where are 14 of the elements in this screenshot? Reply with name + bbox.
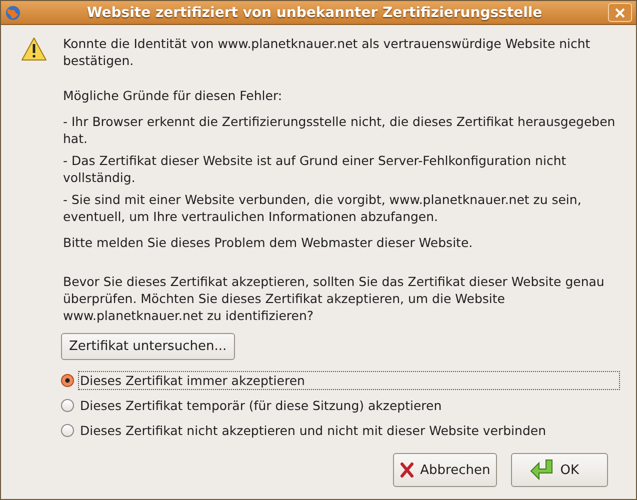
- window-title: Website zertifiziert von unbekannter Zertifizierungsstelle: [86, 4, 544, 20]
- explanation-text: Mögliche Gründe für diesen Fehler:: [63, 87, 284, 104]
- radio-label[interactable]: Dieses Zertifikat temporär (für diese Sitzung) akzeptieren: [78, 396, 444, 415]
- explanation-text: - Sie sind mit einer Website verbunden, die vorgibt, www.planetknauer.net zu sein, eventuell, um Ihre vertraulichen Informationen abzufangen.: [63, 191, 582, 225]
- explanation-text: - Das Zertifikat dieser Website ist auf Grund einer Server-Fehlkonfiguration nicht vollständig.: [63, 152, 568, 186]
- explanation-text: Bevor Sie dieses Zertifikat akzeptieren, sollten Sie das Zertifikat dieser Website genau überprüfen. Möchten Sie dieses Zertifikat akzeptieren, um die Website www.planetknauer.net zu identifizieren?: [63, 273, 606, 324]
- ok-button[interactable]: OK: [511, 453, 608, 487]
- explanation-text: Bitte melden Sie dieses Problem dem Webmaster dieser Website.: [63, 234, 474, 251]
- radio-label[interactable]: Dieses Zertifikat immer akzeptieren: [78, 371, 620, 390]
- radio-label[interactable]: Dieses Zertifikat nicht akzeptieren und nicht mit dieser Website verbinden: [78, 421, 548, 440]
- explanation-text: - Ihr Browser erkennt die Zertifizierungsstelle nicht, die dieses Zertifikat herausgegeben hat.: [63, 113, 616, 147]
- error-message: Konnte die Identität von www.planetknauer.net als vertrauenswürdige Website nicht bestätigen.: [63, 35, 592, 69]
- examine-certificate-button[interactable]: Zertifikat untersuchen...: [61, 333, 235, 360]
- cancel-button[interactable]: Abbrechen: [393, 453, 498, 487]
